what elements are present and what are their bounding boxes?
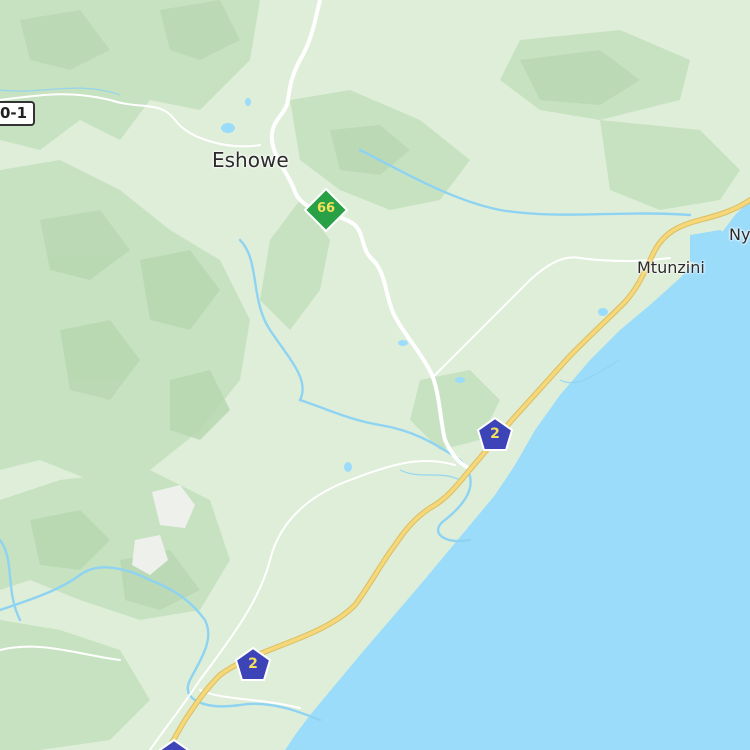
route-number: 66 — [316, 201, 336, 216]
pentagon-shield-icon — [158, 738, 190, 750]
route-shield-r66[interactable]: 66 — [304, 188, 348, 232]
place-label-ny[interactable]: Ny — [729, 225, 750, 244]
route-number: 2 — [490, 426, 500, 442]
route-shield-n2-south[interactable]: 2 — [234, 646, 272, 682]
route-label-edge[interactable]: 0-1 — [0, 101, 36, 126]
route-shield-n2-north[interactable]: 2 — [476, 416, 514, 452]
map-base-layer — [0, 0, 750, 750]
place-label-mtunzini[interactable]: Mtunzini — [637, 258, 705, 277]
map-canvas[interactable]: Eshowe Mtunzini Ny 66 2 2 2 0-1 — [0, 0, 750, 750]
route-shield-n2-bottom[interactable]: 2 — [155, 738, 193, 750]
route-number: 2 — [248, 656, 258, 672]
place-label-eshowe[interactable]: Eshowe — [212, 148, 289, 172]
